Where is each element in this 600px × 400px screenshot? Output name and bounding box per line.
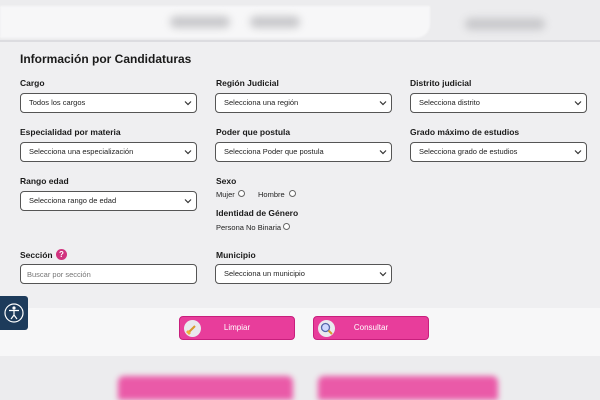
filters-panel: Información por Candidaturas Cargo Todos…	[0, 40, 600, 308]
genero-nobinaria-radio[interactable]	[283, 223, 290, 230]
region-value: Selecciona una región	[224, 98, 299, 107]
blurred-header-text	[250, 16, 300, 28]
cargo-select[interactable]: Todos los cargos	[20, 93, 197, 113]
edad-value: Selecciona rango de edad	[29, 196, 117, 205]
chevron-down-icon	[574, 150, 582, 155]
help-icon[interactable]: ?	[56, 249, 67, 260]
chevron-down-icon	[379, 101, 387, 106]
blurred-pink-button	[318, 376, 498, 400]
edad-select[interactable]: Selecciona rango de edad	[20, 191, 197, 211]
chevron-down-icon	[184, 101, 192, 106]
accessibility-icon	[4, 303, 24, 323]
especialidad-select[interactable]: Selecciona una especialización	[20, 142, 197, 162]
municipio-label: Municipio	[216, 250, 256, 260]
sexo-mujer-radio[interactable]	[238, 190, 245, 197]
sexo-label: Sexo	[216, 176, 237, 186]
cargo-value: Todos los cargos	[29, 98, 86, 107]
top-header-blurred	[0, 0, 600, 44]
sexo-option-hombre-label: Hombre	[258, 190, 285, 199]
grado-value: Selecciona grado de estudios	[419, 147, 518, 156]
region-label: Región Judicial	[216, 78, 279, 88]
especialidad-label: Especialidad por materia	[20, 127, 121, 137]
blurred-header-text	[170, 16, 230, 28]
magnifier-icon	[318, 320, 335, 337]
grado-label: Grado máximo de estudios	[410, 127, 520, 137]
cargo-label: Cargo	[20, 78, 45, 88]
panel-title: Información por Candidaturas	[20, 52, 192, 66]
poder-select[interactable]: Selecciona Poder que postula	[215, 142, 392, 162]
municipio-value: Selecciona un municipio	[224, 269, 305, 278]
poder-value: Selecciona Poder que postula	[224, 147, 324, 156]
seccion-label: Sección	[20, 250, 53, 260]
actions-bar: Limpiar Consultar	[0, 308, 600, 356]
consultar-label: Consultar	[353, 323, 389, 332]
chevron-down-icon	[184, 199, 192, 204]
genero-label: Identidad de Género	[216, 208, 299, 218]
seccion-search-input[interactable]	[20, 264, 197, 284]
blurred-pink-button	[118, 376, 293, 400]
chevron-down-icon	[379, 150, 387, 155]
sexo-hombre-radio[interactable]	[289, 190, 296, 197]
chevron-down-icon	[184, 150, 192, 155]
genero-option-label: Persona No Binaria	[216, 223, 282, 232]
region-select[interactable]: Selecciona una región	[215, 93, 392, 113]
accessibility-button[interactable]	[0, 296, 28, 330]
grado-select[interactable]: Selecciona grado de estudios	[410, 142, 587, 162]
chevron-down-icon	[574, 101, 582, 106]
municipio-select[interactable]: Selecciona un municipio	[215, 264, 392, 284]
edad-label: Rango edad	[20, 176, 69, 186]
blurred-header-text	[465, 18, 545, 30]
distrito-select[interactable]: Selecciona distrito	[410, 93, 587, 113]
limpiar-label: Limpiar	[223, 323, 251, 332]
chevron-down-icon	[379, 272, 387, 277]
bottom-section-blurred	[0, 356, 600, 400]
broom-icon	[184, 320, 201, 337]
poder-label: Poder que postula	[216, 127, 291, 137]
distrito-value: Selecciona distrito	[419, 98, 480, 107]
consultar-button[interactable]: Consultar	[313, 316, 429, 340]
limpiar-button[interactable]: Limpiar	[179, 316, 295, 340]
sexo-option-mujer-label: Mujer	[216, 190, 235, 199]
especialidad-value: Selecciona una especialización	[29, 147, 134, 156]
distrito-label: Distrito judicial	[410, 78, 472, 88]
